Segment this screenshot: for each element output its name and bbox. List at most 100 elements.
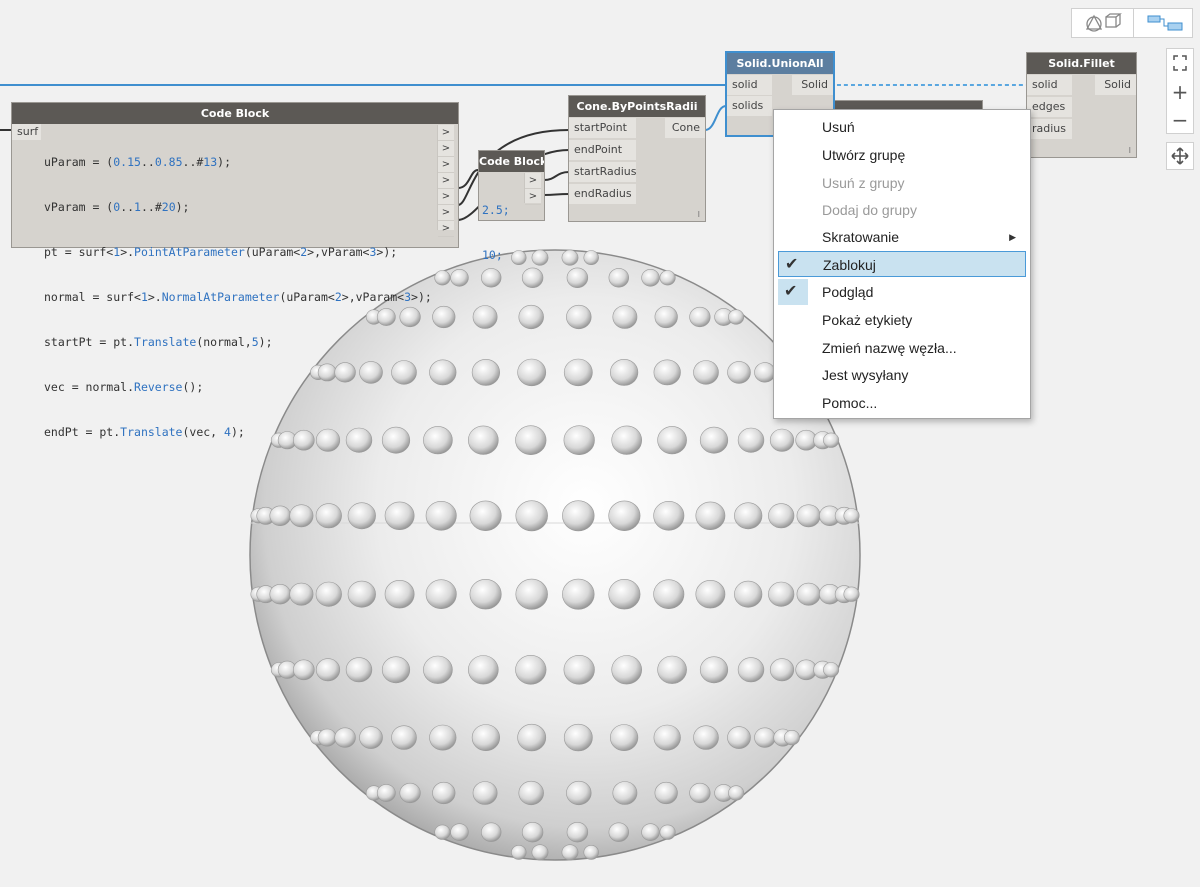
menu-item-create-group[interactable]: Utwórz grupę bbox=[778, 142, 1026, 168]
output-port-solid[interactable]: Solid bbox=[1095, 75, 1136, 95]
sphere-bump bbox=[796, 582, 821, 606]
code-block-small-node[interactable]: Code Block 2.5; 10; > > bbox=[478, 150, 545, 262]
3d-preview-icon[interactable] bbox=[1072, 9, 1132, 37]
menu-item-rename-node[interactable]: Zmień nazwę węzła... bbox=[778, 335, 1026, 361]
sphere-bump bbox=[583, 250, 599, 265]
sphere-bump bbox=[769, 658, 795, 682]
sphere-bump bbox=[472, 305, 498, 329]
input-port-solid[interactable]: solid bbox=[1027, 75, 1072, 95]
sphere-bump bbox=[612, 305, 638, 329]
sphere-bump bbox=[289, 582, 314, 606]
sphere-bump bbox=[734, 580, 763, 608]
cone-by-points-radii-node[interactable]: Cone.ByPointsRadii startPoint endPoint s… bbox=[568, 95, 706, 222]
zoom-controls: + − bbox=[1166, 48, 1194, 134]
sphere-bump bbox=[641, 823, 660, 842]
sphere-bump bbox=[653, 500, 685, 531]
output-port[interactable]: > bbox=[438, 189, 454, 205]
output-port[interactable]: > bbox=[438, 221, 454, 237]
graph-view-icon[interactable] bbox=[1133, 9, 1194, 37]
sphere-bump bbox=[471, 724, 501, 752]
code-block-node[interactable]: Code Block surf uParam = (0.15..0.85..#1… bbox=[11, 102, 459, 439]
menu-item-label: Usuń bbox=[822, 119, 855, 135]
sphere-bump bbox=[423, 655, 453, 684]
zoom-in-icon[interactable]: + bbox=[1167, 78, 1193, 106]
submenu-arrow-icon: ▶ bbox=[1009, 232, 1016, 242]
menu-item-label: Pomoc... bbox=[822, 395, 878, 411]
output-port[interactable]: > bbox=[525, 189, 541, 205]
sphere-bump bbox=[734, 502, 763, 530]
code-editor[interactable]: uParam = (0.15..0.85..#13); vParam = (0.… bbox=[44, 125, 436, 470]
sphere-bump bbox=[434, 824, 451, 840]
zoom-out-icon[interactable]: − bbox=[1167, 106, 1193, 134]
sphere-bump bbox=[399, 782, 421, 804]
input-port-edges[interactable]: edges bbox=[1027, 97, 1072, 117]
node-title: Solid.UnionAll bbox=[727, 53, 833, 74]
menu-item-label: Utwórz grupę bbox=[822, 147, 906, 163]
sphere-bump bbox=[796, 504, 821, 528]
pan-icon[interactable] bbox=[1167, 143, 1193, 169]
output-port[interactable]: > bbox=[438, 157, 454, 173]
sphere-bump bbox=[562, 578, 595, 610]
menu-item-label: Zmień nazwę węzła... bbox=[822, 340, 957, 356]
output-port[interactable]: > bbox=[438, 141, 454, 157]
menu-item-label: Podgląd bbox=[822, 284, 874, 300]
sphere-bump bbox=[727, 726, 751, 749]
node-context-menu: Usuń Utwórz grupę Usuń z grupy Dodaj do … bbox=[773, 109, 1031, 419]
sphere-bump bbox=[659, 824, 676, 840]
menu-item-freeze[interactable]: ✔ Zablokuj bbox=[778, 251, 1026, 277]
input-port-solid[interactable]: solid bbox=[727, 75, 772, 95]
sphere-bump bbox=[517, 723, 547, 752]
input-port-end-point[interactable]: endPoint bbox=[569, 140, 636, 160]
menu-item-remove-from-group[interactable]: Usuń z grupy bbox=[778, 170, 1026, 196]
sphere-bump bbox=[608, 578, 641, 610]
output-ports: > > > > > > > bbox=[437, 125, 454, 237]
sphere-bump bbox=[659, 270, 676, 286]
node-title: Code Block bbox=[479, 151, 544, 172]
menu-item-is-output[interactable]: Jest wysyłany bbox=[778, 362, 1026, 388]
output-port-cone[interactable]: Cone bbox=[665, 118, 705, 138]
sphere-bump bbox=[563, 654, 595, 685]
input-port-solids[interactable]: solids bbox=[727, 96, 772, 116]
sphere-bump bbox=[699, 426, 729, 454]
sphere-bump bbox=[657, 426, 687, 455]
sphere-bump bbox=[518, 780, 544, 806]
sphere-bump bbox=[737, 427, 765, 453]
lacing-indicator: I bbox=[1128, 146, 1131, 155]
output-port[interactable]: > bbox=[525, 173, 541, 189]
sphere-bump bbox=[469, 578, 502, 610]
menu-item-show-labels[interactable]: Pokaż etykiety bbox=[778, 307, 1026, 333]
menu-item-help[interactable]: Pomoc... bbox=[778, 390, 1026, 416]
menu-item-delete[interactable]: Usuń bbox=[778, 114, 1026, 140]
sphere-bump bbox=[391, 725, 417, 750]
code-line: vParam = (0..1..#20); bbox=[44, 200, 190, 214]
code-line: normal = surf<1>.NormalAtParameter(uPara… bbox=[44, 290, 432, 304]
menu-item-label: Skratowanie bbox=[822, 229, 900, 245]
solid-fillet-node[interactable]: Solid.Fillet solid edges radius Solid I bbox=[1026, 52, 1137, 158]
zoom-fit-icon[interactable] bbox=[1167, 49, 1193, 77]
output-port-solid[interactable]: Solid bbox=[792, 75, 833, 95]
sphere-bump bbox=[728, 785, 745, 801]
input-port-start-radius[interactable]: startRadius bbox=[569, 162, 637, 182]
sphere-bump bbox=[472, 781, 498, 805]
menu-item-lacing[interactable]: Skratowanie ▶ bbox=[778, 224, 1026, 250]
input-port-surf[interactable]: surf bbox=[12, 124, 41, 140]
menu-item-label: Pokaż etykiety bbox=[822, 312, 913, 328]
menu-item-add-to-group[interactable]: Dodaj do grupy bbox=[778, 197, 1026, 223]
input-port-end-radius[interactable]: endRadius bbox=[569, 184, 636, 204]
sphere-bump bbox=[611, 655, 643, 685]
output-port[interactable]: > bbox=[438, 125, 454, 141]
sphere-bump bbox=[269, 505, 291, 526]
sphere-bump bbox=[376, 784, 396, 802]
lacing-indicator: I bbox=[697, 210, 700, 219]
output-port[interactable]: > bbox=[438, 205, 454, 221]
code-editor[interactable]: 2.5; 10; bbox=[482, 173, 522, 293]
sphere-bump bbox=[566, 821, 589, 843]
sphere-bump bbox=[653, 359, 681, 386]
menu-item-preview[interactable]: ✔ Podgląd bbox=[778, 279, 1026, 305]
input-port-start-point[interactable]: startPoint bbox=[569, 118, 636, 138]
sphere-bump bbox=[608, 500, 641, 531]
sphere-bump bbox=[737, 657, 765, 683]
sphere-bump bbox=[843, 508, 860, 524]
input-port-radius[interactable]: radius bbox=[1027, 119, 1072, 139]
output-port[interactable]: > bbox=[438, 173, 454, 189]
